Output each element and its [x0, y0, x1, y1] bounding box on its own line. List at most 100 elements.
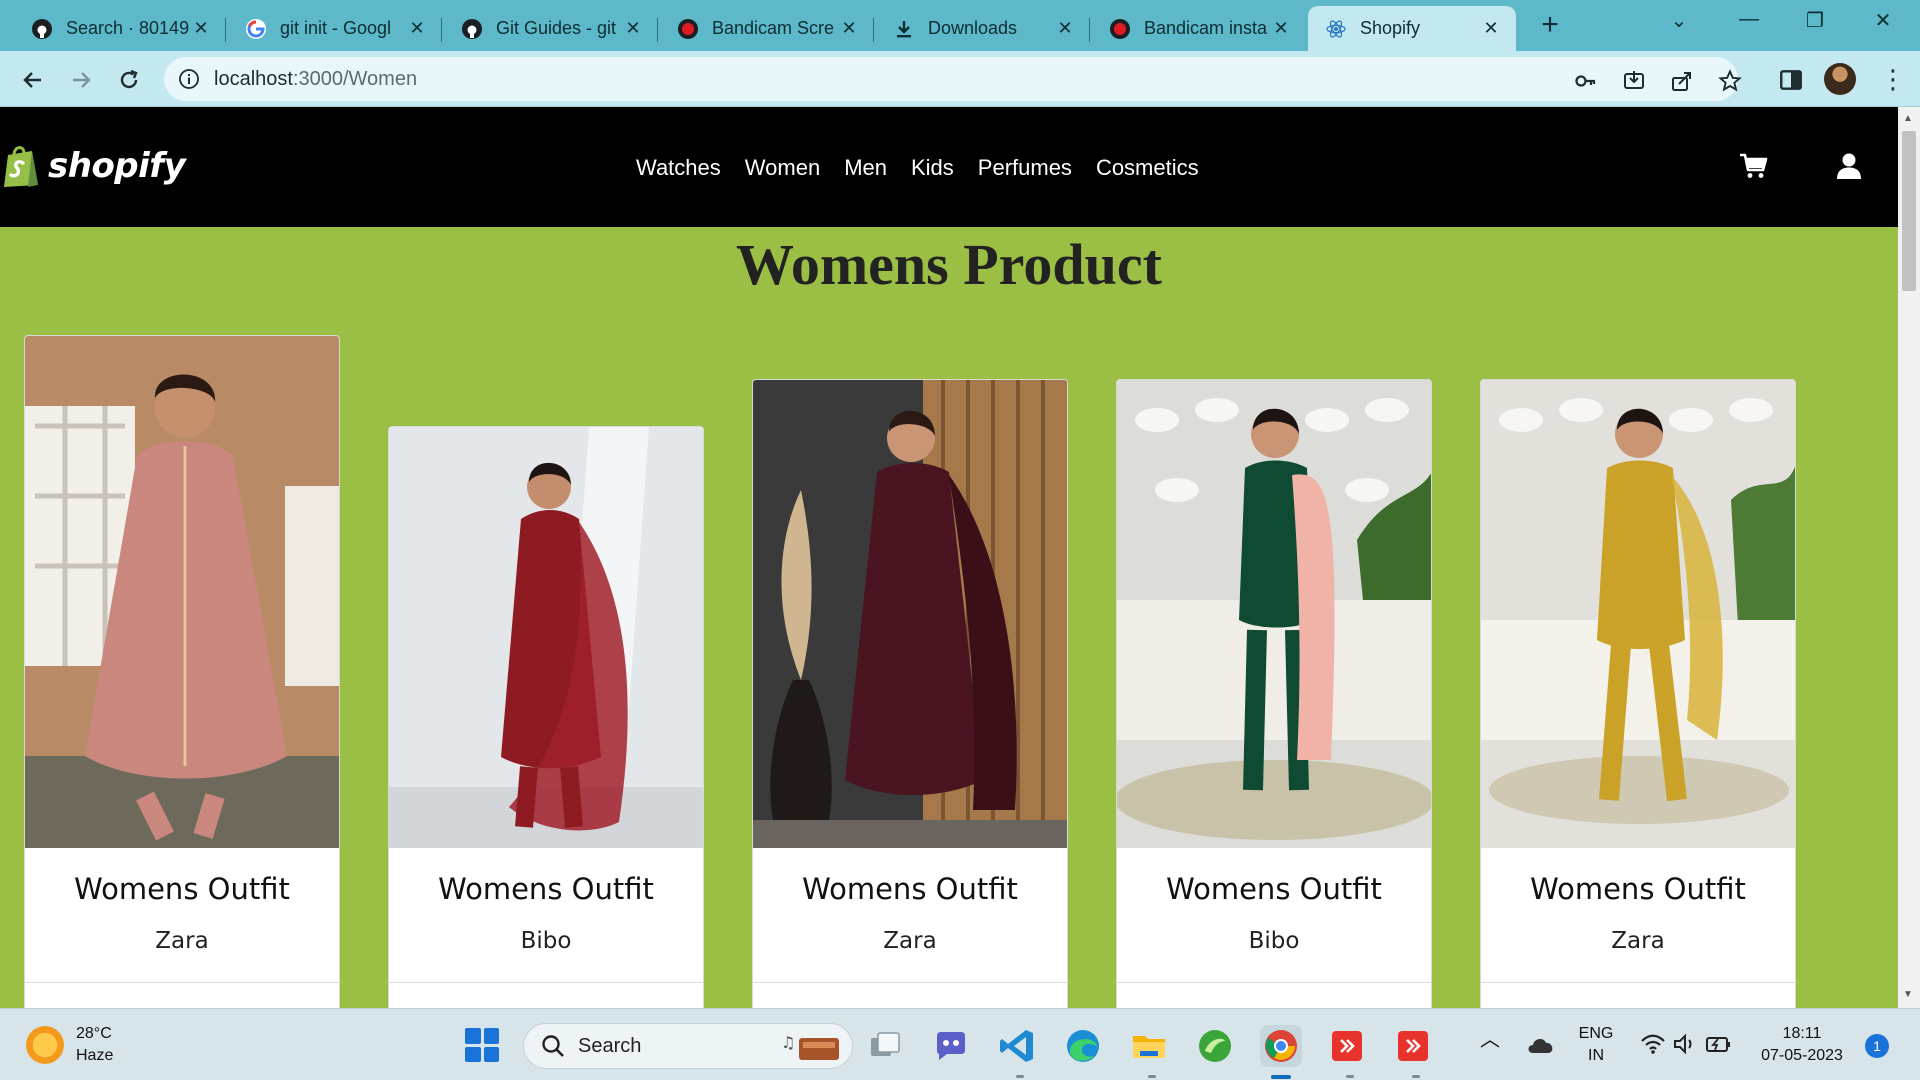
- close-tab-icon[interactable]: ✕: [1054, 18, 1076, 39]
- git-app-icon[interactable]: [1392, 1025, 1434, 1067]
- weather-widget[interactable]: 28°C Haze: [26, 1023, 113, 1067]
- back-arrow-icon: [23, 72, 41, 88]
- password-key-icon[interactable]: [1574, 69, 1598, 93]
- product-name: Womens Outfit: [1166, 872, 1382, 906]
- product-brand: Bibo: [520, 928, 572, 954]
- windows-taskbar: 28°C Haze Search ♫ ︿ ENG IN 18:11 07-05-…: [0, 1008, 1920, 1080]
- git-app-icon[interactable]: [1326, 1025, 1368, 1067]
- start-button[interactable]: [465, 1028, 499, 1062]
- share-icon[interactable]: [1670, 69, 1694, 93]
- forward-arrow-icon: [73, 72, 91, 88]
- product-card[interactable]: Womens Outfit Bibo: [388, 426, 704, 1008]
- tab-bandicam-install[interactable]: Bandicam insta ✕: [1092, 6, 1306, 51]
- tab-git-guides[interactable]: Git Guides - git ✕: [444, 6, 658, 51]
- chat-icon[interactable]: [930, 1025, 972, 1067]
- close-tab-icon[interactable]: ✕: [1270, 18, 1292, 39]
- scroll-up-icon[interactable]: ▲: [1903, 113, 1913, 124]
- clock-time: 18:11: [1782, 1025, 1822, 1042]
- reload-icon: [120, 69, 138, 89]
- cart-icon[interactable]: [1738, 151, 1768, 181]
- product-image[interactable]: [1481, 380, 1795, 848]
- search-icon: [542, 1035, 564, 1057]
- tab-google-git-init[interactable]: git init - Googl ✕: [228, 6, 442, 51]
- close-tab-icon[interactable]: ✕: [622, 18, 644, 39]
- scroll-down-icon[interactable]: ▼: [1903, 989, 1913, 1000]
- reload-button[interactable]: [112, 63, 146, 97]
- tab-github-search[interactable]: Search · 80149 ✕: [14, 6, 226, 51]
- tab-downloads[interactable]: Downloads ✕: [876, 6, 1090, 51]
- close-window-button[interactable]: ✕: [1868, 8, 1898, 33]
- install-app-icon[interactable]: [1622, 69, 1646, 93]
- volume-icon[interactable]: [1672, 1033, 1696, 1055]
- model-in-green-kurta-image: [1117, 380, 1431, 848]
- bookmark-star-icon[interactable]: [1718, 69, 1742, 93]
- task-view-icon[interactable]: [864, 1025, 906, 1067]
- google-icon: [244, 17, 268, 41]
- nav-women[interactable]: Women: [745, 155, 820, 181]
- product-image[interactable]: [25, 336, 339, 848]
- onedrive-cloud-icon[interactable]: [1526, 1033, 1556, 1055]
- nav-perfumes[interactable]: Perfumes: [978, 155, 1072, 181]
- close-tab-icon[interactable]: ✕: [838, 18, 860, 39]
- product-image[interactable]: [753, 380, 1067, 848]
- svg-text:♫: ♫: [781, 1033, 795, 1052]
- battery-charging-icon[interactable]: [1704, 1033, 1732, 1055]
- close-tab-icon[interactable]: ✕: [190, 18, 212, 39]
- tab-shopify[interactable]: Shopify ✕: [1308, 6, 1516, 51]
- product-image[interactable]: [1117, 380, 1431, 848]
- side-panel-icon[interactable]: [1778, 67, 1804, 93]
- page-scrollbar[interactable]: ▲ ▼: [1898, 107, 1920, 1008]
- tab-search-icon[interactable]: ⌄: [1664, 8, 1694, 33]
- cleaner-app-icon[interactable]: [1194, 1025, 1236, 1067]
- clock[interactable]: 18:11 07-05-2023: [1752, 1023, 1852, 1067]
- vscode-icon[interactable]: [996, 1025, 1038, 1067]
- clock-date: 07-05-2023: [1761, 1047, 1843, 1064]
- shopify-logo[interactable]: shopify: [2, 143, 186, 189]
- notification-badge[interactable]: 1: [1865, 1034, 1889, 1058]
- back-button[interactable]: [16, 63, 50, 97]
- product-card[interactable]: Womens Outfit Zara: [24, 335, 340, 1008]
- product-image[interactable]: [389, 427, 703, 848]
- chrome-icon[interactable]: [1260, 1025, 1302, 1067]
- search-highlight-icon: ♫: [781, 1033, 840, 1060]
- close-tab-icon[interactable]: ✕: [1480, 18, 1502, 39]
- react-icon: [1324, 17, 1348, 41]
- address-bar[interactable]: localhost:3000/Women: [164, 57, 1738, 101]
- product-brand: Zara: [155, 928, 209, 954]
- file-explorer-icon[interactable]: [1128, 1025, 1170, 1067]
- record-icon: [676, 17, 700, 41]
- minimize-button[interactable]: —: [1734, 8, 1764, 31]
- tab-title: git init - Googl: [280, 18, 392, 38]
- product-card[interactable]: Womens Outfit Zara: [752, 379, 1068, 1008]
- nav-kids[interactable]: Kids: [911, 155, 954, 181]
- close-tab-icon[interactable]: ✕: [406, 18, 428, 39]
- search-label: Search: [578, 1034, 642, 1057]
- tab-title: Downloads: [928, 18, 1018, 38]
- edge-icon[interactable]: [1062, 1025, 1104, 1067]
- product-brand: Zara: [883, 928, 937, 954]
- restore-button[interactable]: ❐: [1800, 8, 1830, 33]
- product-card[interactable]: Womens Outfit Bibo: [1116, 379, 1432, 1008]
- forward-button[interactable]: [64, 63, 98, 97]
- weather-condition: Haze: [76, 1047, 114, 1064]
- wifi-icon[interactable]: [1640, 1033, 1666, 1055]
- new-tab-button[interactable]: +: [1536, 10, 1564, 40]
- scrollbar-thumb[interactable]: [1902, 131, 1916, 291]
- temperature: 28°C: [76, 1025, 112, 1042]
- product-name: Womens Outfit: [802, 872, 1018, 906]
- record-icon: [1108, 17, 1132, 41]
- nav-cosmetics[interactable]: Cosmetics: [1096, 155, 1199, 181]
- user-account-icon[interactable]: [1834, 151, 1864, 181]
- tab-title: Search · 80149: [66, 18, 190, 38]
- tab-bandicam-screen[interactable]: Bandicam Scre ✕: [660, 6, 874, 51]
- browser-menu-icon[interactable]: ⋮: [1880, 63, 1906, 95]
- nav-men[interactable]: Men: [844, 155, 887, 181]
- language-indicator[interactable]: ENG IN: [1574, 1023, 1618, 1067]
- profile-avatar[interactable]: [1824, 63, 1856, 95]
- show-hidden-icons-chevron[interactable]: ︿: [1480, 1029, 1500, 1051]
- site-info-icon[interactable]: [178, 68, 200, 90]
- taskbar-search[interactable]: Search ♫: [523, 1023, 853, 1069]
- product-name: Womens Outfit: [74, 872, 290, 906]
- nav-watches[interactable]: Watches: [636, 155, 721, 181]
- product-card[interactable]: Womens Outfit Zara: [1480, 379, 1796, 1008]
